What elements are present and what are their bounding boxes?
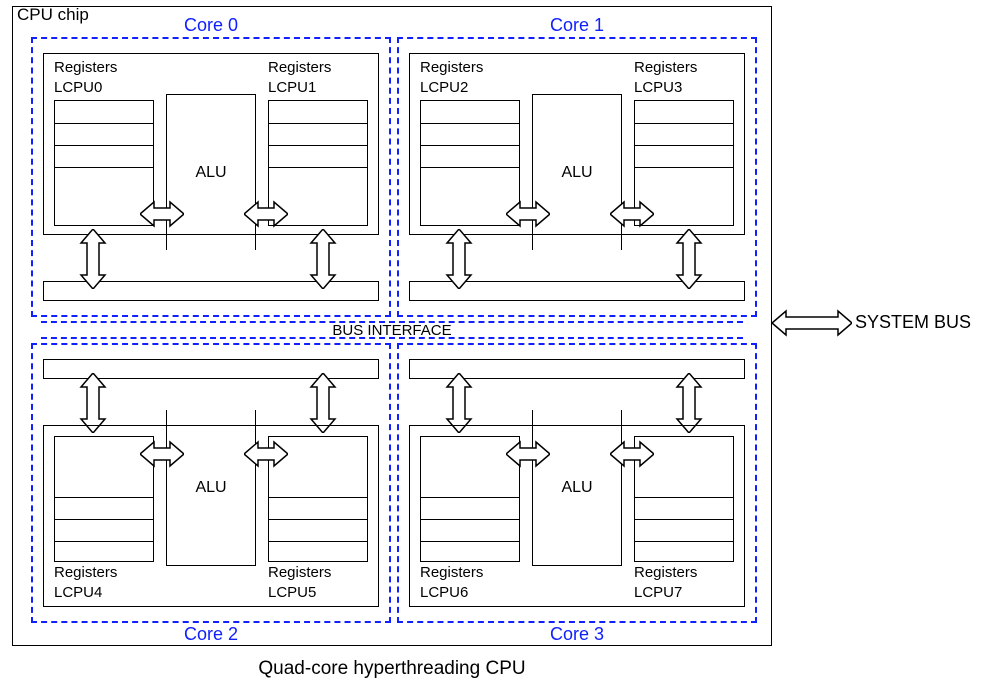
- regs-label-lcpu5: Registers LCPU5: [268, 563, 368, 602]
- core-2: Core 2 Registers LCPU4 ALU Registers: [31, 343, 391, 623]
- alu-label: ALU: [561, 164, 592, 182]
- regs-id: LCPU2: [420, 79, 468, 96]
- bidirectional-arrow-icon: [675, 229, 703, 289]
- bidirectional-arrow-icon: [506, 200, 550, 228]
- caption: Quad-core hyperthreading CPU: [12, 658, 772, 680]
- core-1: Core 1 Registers LCPU2 ALU Registers LCP…: [397, 37, 757, 317]
- core-2-inner: Registers LCPU4 ALU Registers LCPU5: [43, 425, 379, 607]
- cpu-chip: CPU chip Core 0 Registers LCPU0 ALU Regi…: [12, 6, 772, 646]
- regs-title: Registers: [268, 59, 331, 76]
- core-3-inner: Registers LCPU6 ALU Registers LCPU7: [409, 425, 745, 607]
- regs-label-lcpu0: Registers LCPU0: [54, 58, 154, 97]
- regs-lcpu0: [54, 100, 154, 226]
- regs-id: LCPU7: [634, 584, 682, 601]
- core-2-label: Core 2: [184, 624, 238, 645]
- bidirectional-arrow-icon: [244, 440, 288, 468]
- core-1-label: Core 1: [550, 15, 604, 36]
- regs-label-lcpu1: Registers LCPU1: [268, 58, 368, 97]
- bidirectional-arrow-icon: [140, 440, 184, 468]
- bidirectional-arrow-icon: [140, 200, 184, 228]
- core-1-inner: Registers LCPU2 ALU Registers LCPU3: [409, 53, 745, 235]
- regs-label-lcpu6: Registers LCPU6: [420, 563, 520, 602]
- bidirectional-arrow-icon: [79, 229, 107, 289]
- bidirectional-arrow-icon: [244, 200, 288, 228]
- regs-id: LCPU6: [420, 584, 468, 601]
- bidirectional-arrow-icon: [309, 229, 337, 289]
- regs-title: Registers: [54, 564, 117, 581]
- bus-interface: BUS INTERFACE: [41, 321, 743, 339]
- regs-label-lcpu7: Registers LCPU7: [634, 563, 734, 602]
- regs-label-lcpu3: Registers LCPU3: [634, 58, 734, 97]
- bidirectional-arrow-icon: [309, 373, 337, 433]
- core-3: Core 3 Registers LCPU6 ALU Registers: [397, 343, 757, 623]
- regs-label-lcpu4: Registers LCPU4: [54, 563, 154, 602]
- bus-interface-label: BUS INTERFACE: [332, 322, 451, 339]
- chip-label: CPU chip: [17, 5, 89, 25]
- regs-label-lcpu2: Registers LCPU2: [420, 58, 520, 97]
- regs-title: Registers: [268, 564, 331, 581]
- regs-title: Registers: [634, 564, 697, 581]
- alu-2: ALU: [166, 410, 256, 566]
- alu-label: ALU: [561, 479, 592, 497]
- system-bus-arrow-icon: [772, 308, 852, 338]
- bidirectional-arrow-icon: [79, 373, 107, 433]
- core-0-inner: Registers LCPU0 ALU Registers LCPU1: [43, 53, 379, 235]
- regs-id: LCPU5: [268, 584, 316, 601]
- regs-title: Registers: [54, 59, 117, 76]
- regs-lcpu4: [54, 436, 154, 562]
- bidirectional-arrow-icon: [445, 373, 473, 433]
- regs-id: LCPU3: [634, 79, 682, 96]
- bidirectional-arrow-icon: [506, 440, 550, 468]
- core-0: Core 0 Registers LCPU0 ALU Registers LCP…: [31, 37, 391, 317]
- bidirectional-arrow-icon: [610, 200, 654, 228]
- system-bus-label: SYSTEM BUS: [855, 312, 971, 333]
- bidirectional-arrow-icon: [675, 373, 703, 433]
- alu-label: ALU: [195, 479, 226, 497]
- bidirectional-arrow-icon: [610, 440, 654, 468]
- regs-title: Registers: [420, 59, 483, 76]
- bidirectional-arrow-icon: [445, 229, 473, 289]
- alu-label: ALU: [195, 164, 226, 182]
- regs-title: Registers: [420, 564, 483, 581]
- regs-lcpu6: [420, 436, 520, 562]
- core-3-label: Core 3: [550, 624, 604, 645]
- alu-3: ALU: [532, 410, 622, 566]
- regs-id: LCPU0: [54, 79, 102, 96]
- regs-title: Registers: [634, 59, 697, 76]
- regs-lcpu2: [420, 100, 520, 226]
- regs-id: LCPU1: [268, 79, 316, 96]
- regs-id: LCPU4: [54, 584, 102, 601]
- core-0-label: Core 0: [184, 15, 238, 36]
